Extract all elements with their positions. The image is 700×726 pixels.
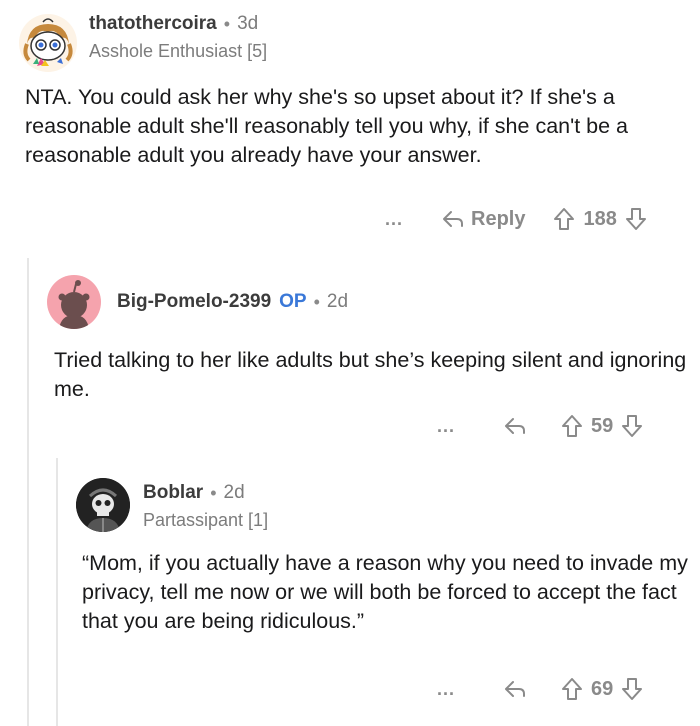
reply-icon xyxy=(505,681,526,697)
skull-avatar-icon xyxy=(76,478,130,532)
avatar[interactable] xyxy=(76,478,130,532)
timestamp: 3d xyxy=(237,13,259,34)
op-badge: OP xyxy=(279,291,307,312)
separator-dot: • xyxy=(313,292,320,312)
comment-body: Tried talking to her like adults but she… xyxy=(54,348,687,401)
downvote-icon[interactable] xyxy=(621,677,643,701)
snoo-icon xyxy=(58,280,90,329)
reply-label: Reply xyxy=(471,207,526,230)
reply-icon xyxy=(505,418,526,434)
vote-score: 59 xyxy=(591,414,614,437)
thread-line-level-1[interactable] xyxy=(27,258,29,726)
snoo-avatar-icon xyxy=(23,18,73,66)
upvote-icon[interactable] xyxy=(561,677,583,701)
author-name[interactable]: Boblar xyxy=(143,481,203,505)
avatar[interactable] xyxy=(19,14,77,72)
upvote-icon[interactable] xyxy=(561,414,583,438)
comment-body: “Mom, if you actually have a reason why … xyxy=(82,551,688,633)
user-flair: Asshole Enthusiast [5] xyxy=(89,41,268,61)
more-options-icon[interactable]: ... xyxy=(437,680,455,698)
author-name[interactable]: Big-Pomelo-2399 xyxy=(117,290,271,314)
reply-button[interactable]: Reply xyxy=(441,208,525,231)
vote-score: 69 xyxy=(591,677,614,700)
vote-score: 188 xyxy=(583,207,617,230)
author-name[interactable]: thatothercoira xyxy=(89,12,217,36)
separator-dot: • xyxy=(223,14,231,34)
reply-button[interactable] xyxy=(503,416,527,436)
avatar[interactable] xyxy=(47,275,101,329)
comment-body: NTA. You could ask her why she's so upse… xyxy=(25,85,629,167)
more-options-icon[interactable]: ... xyxy=(437,417,455,435)
upvote-icon[interactable] xyxy=(553,207,575,231)
reply-button[interactable] xyxy=(503,679,527,699)
user-flair: Partassipant [1] xyxy=(143,510,269,530)
downvote-icon[interactable] xyxy=(621,414,643,438)
separator-dot: • xyxy=(210,483,217,503)
timestamp: 2d xyxy=(223,482,245,503)
downvote-icon[interactable] xyxy=(625,207,647,231)
timestamp: 2d xyxy=(326,291,349,312)
thread-line-level-2[interactable] xyxy=(56,458,58,726)
more-options-icon[interactable]: ... xyxy=(385,210,403,228)
reply-icon xyxy=(443,211,464,227)
